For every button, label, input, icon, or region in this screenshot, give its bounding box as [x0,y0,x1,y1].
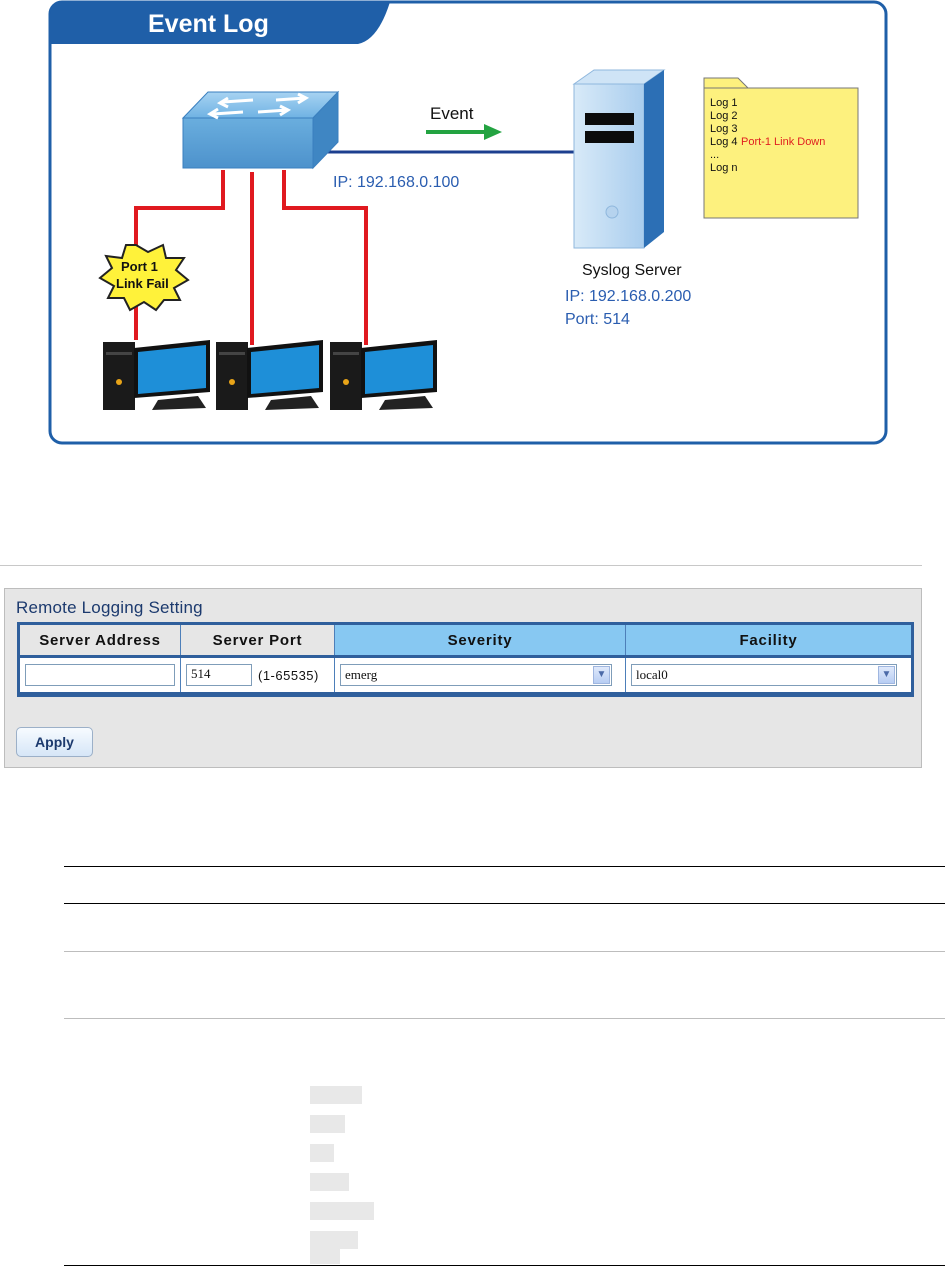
port-fail-line2: Link Fail [116,276,169,291]
severity-select[interactable]: emerg ▼ [340,664,612,686]
chevron-down-icon[interactable]: ▼ [878,666,895,684]
event-log-figure: Event Log Event IP: 192.168.0.100 Port 1… [48,0,888,445]
syslog-server-label: Syslog Server [582,262,682,279]
log-line: Log 4 [710,136,738,148]
table-row-divider [64,1018,945,1019]
syslog-server-icon [572,69,666,249]
header-server-address: Server Address [18,623,181,658]
severity-value: emerg [345,667,378,682]
facility-value: local0 [636,667,668,682]
severity-option-highlight [310,1173,349,1191]
server-ip: IP: 192.168.0.200 [565,288,691,305]
log-line: ... [710,149,719,161]
remote-logging-table: Server Address Server Port Severity Faci… [17,622,914,697]
log-line: Log 1 [710,97,738,109]
severity-option-highlight [310,1202,374,1220]
remote-logging-panel: Remote Logging Setting Server Address Se… [4,588,922,768]
switch-icon [181,90,340,170]
header-facility: Facility [625,623,913,658]
log-note: Log 1 Log 2 Log 3 Log 4 Port-1 Link Down… [703,77,859,219]
event-label: Event [430,104,474,123]
log-line: Log n [710,162,738,174]
severity-option-highlight [310,1086,362,1104]
table-top-rule [64,866,945,867]
port-cell: 514 (1-65535) [180,656,335,695]
header-server-port: Server Port [180,623,335,658]
table-header-rule [64,903,945,904]
log-alert: Port-1 Link Down [741,136,825,148]
facility-cell: local0 ▼ [625,656,913,695]
facility-select[interactable]: local0 ▼ [631,664,897,686]
apply-button[interactable]: Apply [16,727,93,757]
port-fail-line1: Port 1 [121,259,158,274]
panel-title: Remote Logging Setting [16,598,203,617]
port-range-hint: (1-65535) [258,667,319,683]
severity-option-highlight [310,1246,340,1264]
chevron-down-icon[interactable]: ▼ [593,666,610,684]
address-cell [18,656,181,695]
switch-ip: IP: 192.168.0.100 [333,174,459,191]
table-row-divider [64,951,945,952]
severity-option-highlight [310,1144,334,1162]
server-port: Port: 514 [565,311,630,328]
severity-option-highlight [310,1115,345,1133]
log-line: Log 3 [710,123,738,135]
log-line: Log 2 [710,110,738,122]
section-divider [0,565,922,566]
server-port-input[interactable]: 514 [186,664,252,686]
severity-cell: emerg ▼ [334,656,626,695]
header-severity: Severity [334,623,626,658]
server-address-input[interactable] [25,664,175,686]
figure-title: Event Log [148,10,269,38]
